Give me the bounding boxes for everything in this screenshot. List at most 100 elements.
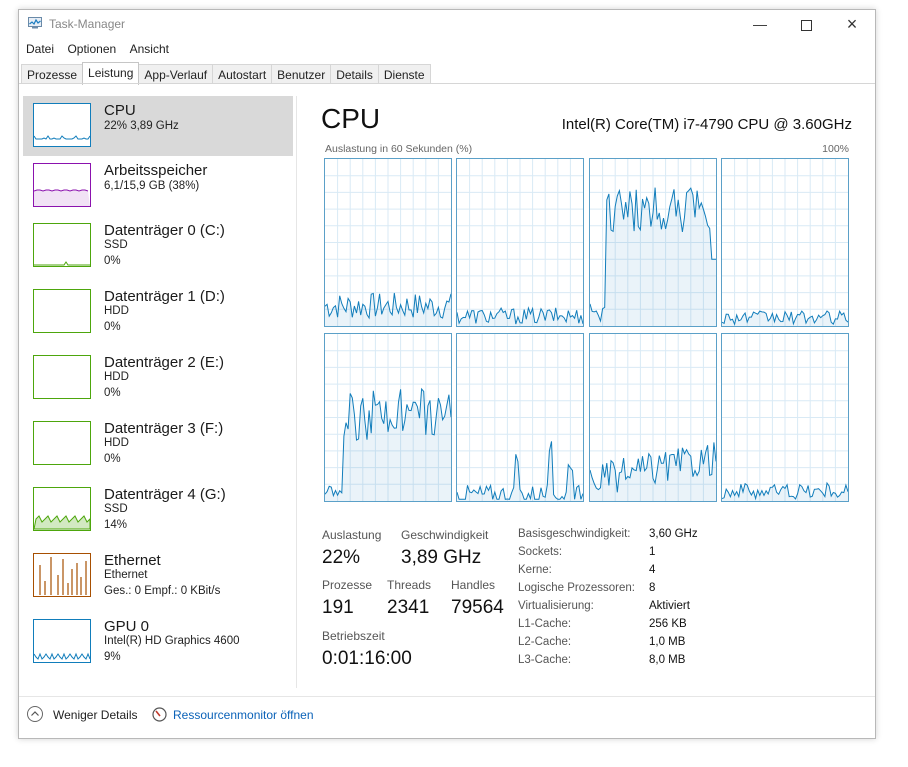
info-value: 3,60 GHz	[649, 528, 698, 540]
tab-autostart[interactable]: Autostart	[212, 64, 273, 84]
sidebar-item-label: Datenträger 1 (D:)	[104, 288, 225, 305]
tab-prozesse[interactable]: Prozesse	[21, 64, 84, 84]
info-value: 1	[649, 546, 656, 558]
sidebar-item-disk-1[interactable]: Datenträger 1 (D:) HDD 0%	[23, 282, 293, 342]
tab-dienste[interactable]: Dienste	[377, 64, 431, 84]
stat-label-prozesse: Prozesse	[322, 578, 373, 592]
resource-monitor-link[interactable]: Ressourcenmonitor öffnen	[173, 708, 314, 722]
sidebar-item-detail: HDD	[104, 371, 129, 383]
sidebar-item-memory[interactable]: Arbeitsspeicher 6,1/15,9 GB (38%)	[23, 156, 293, 216]
info-label: Basisgeschwindigkeit:	[518, 528, 631, 540]
maximize-button[interactable]	[783, 10, 829, 40]
cpu-model-name: Intel(R) Core(TM) i7-4790 CPU @ 3.60GHz	[561, 116, 852, 133]
stat-label-handles: Handles	[451, 578, 496, 592]
sidebar-item-disk-3[interactable]: Datenträger 3 (F:) HDD 0%	[23, 414, 293, 474]
sidebar-item-cpu[interactable]: CPU 22% 3,89 GHz	[23, 96, 293, 156]
graph-max-label: 100%	[822, 143, 849, 155]
sidebar-item-disk-0[interactable]: Datenträger 0 (C:) SSD 0%	[23, 216, 293, 276]
sidebar-item-label: Datenträger 2 (E:)	[104, 354, 225, 371]
task-manager-icon	[28, 17, 42, 29]
info-value: 8	[649, 582, 656, 594]
stat-threads: 2341	[387, 597, 430, 618]
sidebar-item-detail: 6,1/15,9 GB (38%)	[104, 180, 200, 192]
minimize-button[interactable]: —	[737, 10, 783, 40]
tab-app-verlauf[interactable]: App-Verlauf	[138, 64, 214, 84]
stat-betriebszeit: 0:01:16:00	[322, 648, 412, 669]
stat-label-threads: Threads	[387, 578, 432, 592]
sidebar-item-label: Datenträger 0 (C:)	[104, 222, 225, 239]
core-usage-line	[325, 159, 451, 326]
menu-ansicht[interactable]: Ansicht	[126, 40, 174, 56]
maximize-icon	[800, 19, 812, 31]
sidebar-item-label: Datenträger 3 (F:)	[104, 420, 224, 437]
title-bar[interactable]: Task-Manager — ×	[19, 10, 875, 40]
sidebar-item-detail: 0%	[104, 453, 121, 465]
sidebar-thumbnail-ethernet	[33, 553, 91, 597]
core-usage-line	[457, 334, 583, 501]
sidebar-item-detail: Ges.: 0 Empf.: 0 KBit/s	[104, 585, 221, 597]
sidebar-divider	[296, 96, 297, 688]
sidebar-item-label: Ethernet	[104, 552, 161, 569]
sidebar-item-detail: SSD	[104, 239, 128, 251]
page-title: CPU	[321, 103, 381, 134]
info-label: Virtualisierung:	[518, 600, 594, 612]
info-label: Kerne:	[518, 564, 552, 576]
sidebar-item-ethernet[interactable]: Ethernet Ethernet Ges.: 0 Empf.: 0 KBit/s	[23, 546, 293, 606]
fewer-details-button[interactable]: Weniger Details	[53, 708, 137, 722]
core-graph	[721, 333, 849, 502]
core-graph-grid[interactable]	[324, 158, 851, 502]
sidebar-item-detail: Ethernet	[104, 569, 148, 581]
tab-divider	[19, 83, 875, 84]
core-usage-line	[590, 159, 716, 326]
sidebar-item-detail: 0%	[104, 321, 121, 333]
sidebar-item-detail: SSD	[104, 503, 128, 515]
info-value: 256 KB	[649, 618, 687, 630]
info-value: 4	[649, 564, 656, 576]
sidebar-thumbnail-gpu-0	[33, 619, 91, 663]
core-graph	[324, 158, 452, 327]
sidebar-item-gpu-0[interactable]: GPU 0 Intel(R) HD Graphics 4600 9%	[23, 612, 293, 672]
minimize-icon: —	[753, 16, 767, 32]
stat-auslastung: 22%	[322, 547, 361, 568]
tab-benutzer[interactable]: Benutzer	[271, 64, 332, 84]
core-graph	[721, 158, 849, 327]
stat-label-auslastung: Auslastung	[322, 528, 382, 542]
close-button[interactable]: ×	[829, 10, 875, 40]
sidebar-thumbnail-disk-3	[33, 421, 91, 465]
sidebar-thumbnail-cpu	[33, 103, 91, 147]
core-graph	[456, 333, 584, 502]
tab-details[interactable]: Details	[330, 64, 379, 84]
stat-label-geschwindigkeit: Geschwindigkeit	[401, 528, 489, 542]
window-title: Task-Manager	[49, 17, 126, 31]
sidebar-item-label: GPU 0	[104, 618, 150, 635]
stat-geschwindigkeit: 3,89 GHz	[401, 547, 482, 568]
sidebar-item-label: CPU	[104, 102, 136, 119]
info-label: L2-Cache:	[518, 636, 572, 648]
sidebar-thumbnail-disk-2	[33, 355, 91, 399]
menu-optionen[interactable]: Optionen	[63, 40, 121, 56]
sidebar-item-detail: HDD	[104, 305, 129, 317]
info-label: Sockets:	[518, 546, 563, 558]
tab-bar: Prozesse Leistung App-Verlauf Autostart …	[21, 62, 431, 85]
core-usage-line	[325, 334, 451, 501]
core-graph	[589, 333, 717, 502]
sidebar-item-detail: 9%	[104, 651, 121, 663]
core-usage-line	[722, 159, 848, 326]
core-usage-line	[722, 334, 848, 501]
chevron-up-icon[interactable]	[27, 706, 43, 722]
sidebar-item-detail: HDD	[104, 437, 129, 449]
info-label: L1-Cache:	[518, 618, 572, 630]
sidebar-item-disk-4[interactable]: Datenträger 4 (G:) SSD 14%	[23, 480, 293, 540]
tab-leistung[interactable]: Leistung	[82, 62, 140, 85]
close-icon: ×	[846, 14, 858, 34]
sidebar-item-detail: 0%	[104, 255, 121, 267]
graph-caption: Auslastung in 60 Sekunden (%)	[325, 143, 473, 155]
sidebar-item-disk-2[interactable]: Datenträger 2 (E:) HDD 0%	[23, 348, 293, 408]
sidebar-thumbnail-disk-4	[33, 487, 91, 531]
sidebar-item-label: Arbeitsspeicher	[104, 162, 208, 179]
core-graph	[589, 158, 717, 327]
core-usage-line	[457, 159, 583, 326]
sidebar-thumbnail-disk-0	[33, 223, 91, 267]
stat-handles: 79564	[451, 597, 504, 618]
menu-datei[interactable]: Datei	[22, 40, 59, 56]
